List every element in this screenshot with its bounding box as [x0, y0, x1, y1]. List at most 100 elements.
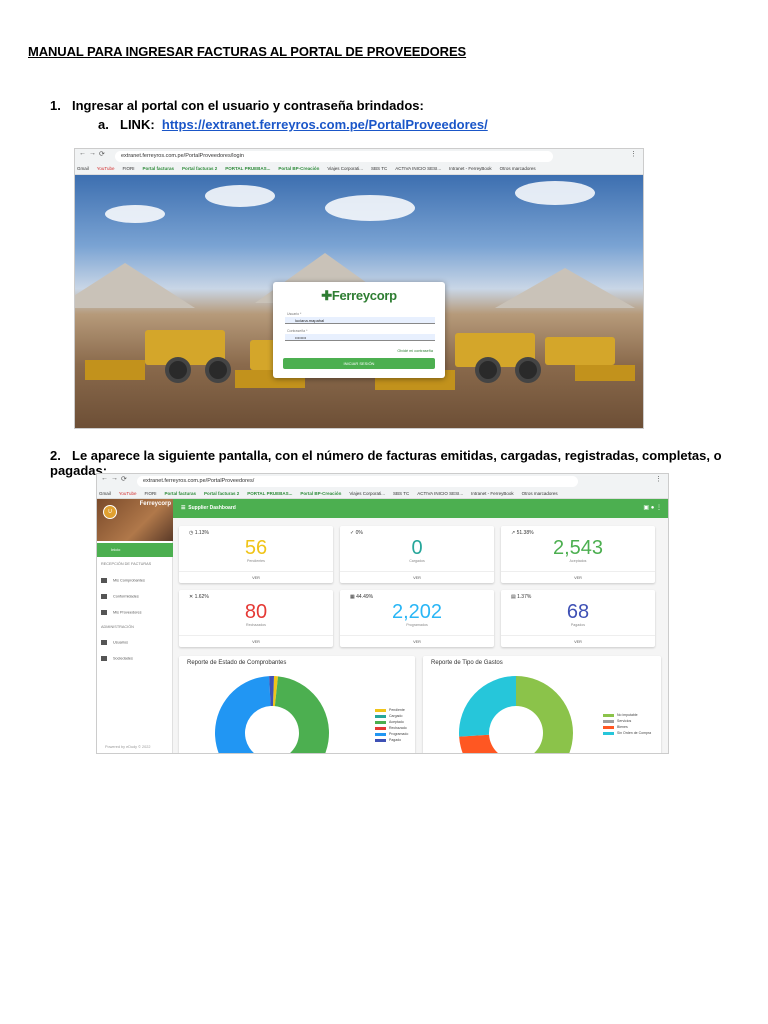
kpi-percent: ▦ 44.49%: [350, 594, 374, 600]
section-recepcion: RECEPCIÓN DE FACTURAS: [101, 562, 152, 566]
kpi-caption: Programados: [406, 623, 428, 627]
bookmark-item[interactable]: SBS TC: [393, 491, 409, 496]
sidebar-item-inicio[interactable]: Inicio: [97, 543, 173, 557]
sidebar-item-conformidades[interactable]: Conformidades: [101, 594, 139, 599]
bookmark-item[interactable]: Gmail: [77, 166, 89, 171]
topbar-icons[interactable]: ▣ ● ⋮: [643, 499, 662, 518]
link-prefix: LINK:: [120, 117, 155, 132]
bookmark-item[interactable]: Portal BP-Creación: [278, 166, 319, 171]
expense-donut-chart: [459, 676, 573, 753]
sidebar: U Ferreycorp Inicio RECEPCIÓN DE FACTURA…: [97, 499, 173, 753]
bookmark-item[interactable]: Viajes Corporati...: [349, 491, 385, 496]
kpi-view-button[interactable]: VER: [501, 571, 655, 583]
bookmarks-bar: Gmail YouTube FIORI Portal facturas Portal f…: [99, 489, 666, 499]
check-icon: ✓: [350, 530, 355, 536]
kpi-percent: ↗ 51.38%: [511, 530, 534, 536]
step-2-number: 2.: [50, 448, 61, 463]
sidebar-item-sociedades[interactable]: Sociedades: [101, 656, 133, 661]
sidebar-banner: U Ferreycorp: [97, 499, 173, 541]
receipt-icon: [101, 578, 107, 583]
bookmark-item[interactable]: YouTube: [119, 491, 137, 496]
kpi-view-button[interactable]: VER: [501, 635, 655, 647]
bookmark-item[interactable]: SBS TC: [371, 166, 387, 171]
browser-chrome: ← → ⟳ extranet.ferreyros.com.pe/PortalPr…: [75, 149, 643, 175]
legend-entry: Sin Orden de Compra: [603, 730, 651, 736]
kpi-caption: Rechazados: [246, 623, 266, 627]
building-icon: [101, 656, 107, 661]
ferreycorp-logo: ✚Ferreycorp: [321, 288, 397, 303]
password-input[interactable]: ••••••••: [285, 334, 435, 341]
kpi-percent: ▤ 1.37%: [511, 594, 532, 600]
bookmark-item[interactable]: YouTube: [97, 166, 115, 171]
bookmark-item[interactable]: PORTAL PRUEBAS...: [225, 166, 270, 171]
sidebar-item-proveedores[interactable]: Mis Proveedores: [101, 610, 142, 615]
login-button[interactable]: INICIAR SESIÓN: [283, 358, 435, 369]
kpi-value: 68: [566, 601, 590, 623]
powered-by-footer: Powered by eDudy © 2022: [105, 745, 151, 749]
dashboard-screenshot: ← → ⟳ extranet.ferreyros.com.pe/PortalPr…: [96, 473, 669, 754]
portal-link[interactable]: https://extranet.ferreyros.com.pe/Portal…: [162, 117, 488, 132]
bookmark-item[interactable]: PORTAL PRUEBAS...: [247, 491, 292, 496]
bookmark-item[interactable]: Intranet - FerreyBook: [471, 491, 514, 496]
bookmark-item[interactable]: Intranet - FerreyBook: [449, 166, 492, 171]
bookmarks-bar: Gmail YouTube FIORI Portal facturas Portal f…: [77, 164, 641, 174]
step-1: 1. Ingresar al portal con el usuario y co…: [50, 98, 424, 113]
kpi-value: 80: [244, 601, 268, 623]
close-icon: ✕: [189, 594, 194, 600]
kpi-view-button[interactable]: VER: [340, 635, 494, 647]
users-icon: [101, 640, 107, 645]
login-screenshot: ← → ⟳ extranet.ferreyros.com.pe/PortalPr…: [74, 148, 644, 429]
forgot-password-link[interactable]: Olvidé mi contraseña: [397, 349, 433, 353]
kpi-percent: ✕ 1.62%: [189, 594, 209, 600]
kpi-card-pendientes: ◷ 1.13% 56 Pendientes VER: [179, 526, 333, 583]
bookmark-item[interactable]: Otros marcadores: [500, 166, 536, 171]
sidebar-item-comprobantes[interactable]: Mis Comprobantes: [101, 578, 145, 583]
clock-icon: ◷: [189, 530, 194, 536]
kpi-card-programados: ▦ 44.49% 2,202 Programados VER: [340, 590, 494, 647]
truck-icon: [101, 610, 107, 615]
trend-icon: ↗: [511, 530, 516, 536]
bookmark-item[interactable]: Portal facturas 2: [204, 491, 239, 496]
kpi-view-button[interactable]: VER: [179, 571, 333, 583]
bookmark-item[interactable]: FIORI: [144, 491, 156, 496]
step-1a: a. LINK: https://extranet.ferreyros.com.p…: [98, 117, 488, 132]
bookmark-item[interactable]: Otros marcadores: [522, 491, 558, 496]
bookmark-item[interactable]: Portal BP-Creación: [300, 491, 341, 496]
bookmark-item[interactable]: FIORI: [122, 166, 134, 171]
bookmark-item[interactable]: Portal facturas 2: [182, 166, 217, 171]
login-card: ✚Ferreycorp Usuario * luciana.mapahal Co…: [273, 282, 445, 378]
kpi-value: 2,543: [552, 537, 604, 559]
avatar[interactable]: U: [103, 505, 117, 519]
kpi-view-button[interactable]: VER: [179, 635, 333, 647]
bookmark-item[interactable]: Gmail: [99, 491, 111, 496]
bookmark-item[interactable]: ACTIVA INICIO SESI...: [417, 491, 463, 496]
money-icon: ▤: [511, 594, 516, 600]
donut-slice-programado: [215, 676, 271, 753]
browser-chrome: ← → ⟳ extranet.ferreyros.com.pe/PortalPr…: [97, 474, 668, 499]
kpi-caption: Cargados: [409, 559, 425, 563]
section-administracion: ADMINISTRACIÓN: [101, 625, 134, 629]
legend-entry: Pagado: [375, 737, 408, 743]
reload-icon: ⟳: [99, 151, 105, 158]
bookmark-item[interactable]: ACTIVA INICIO SESI...: [395, 166, 441, 171]
step-1a-label: a.: [98, 117, 109, 132]
forward-icon: →: [89, 150, 96, 157]
expense-legend: No imputable Servicios Bienes Sin Orden de …: [603, 712, 651, 736]
mining-background-image: ✚Ferreycorp Usuario * luciana.mapahal Co…: [75, 175, 643, 428]
bookmark-item[interactable]: Portal facturas: [164, 491, 196, 496]
browser-menu-icon: ⋮: [655, 476, 662, 483]
back-icon: ←: [101, 475, 108, 482]
bookmark-item[interactable]: Portal facturas: [142, 166, 174, 171]
kpi-view-button[interactable]: VER: [340, 571, 494, 583]
kpi-percent: ✓ 0%: [350, 530, 363, 536]
bookmark-item[interactable]: Viajes Corporati...: [327, 166, 363, 171]
kpi-value: 2,202: [391, 601, 443, 623]
address-bar: extranet.ferreyros.com.pe/PortalProveedo…: [115, 151, 553, 162]
donut-slice-sin-orden-de-compra: [459, 676, 516, 737]
browser-menu-icon: ⋮: [630, 151, 637, 158]
password-label: Contraseña *: [287, 329, 308, 333]
username-input[interactable]: luciana.mapahal: [285, 317, 435, 324]
sidebar-item-usuarios[interactable]: Usuarios: [101, 640, 128, 645]
forward-icon: →: [111, 475, 118, 482]
kpi-caption: Aceptados: [569, 559, 587, 563]
